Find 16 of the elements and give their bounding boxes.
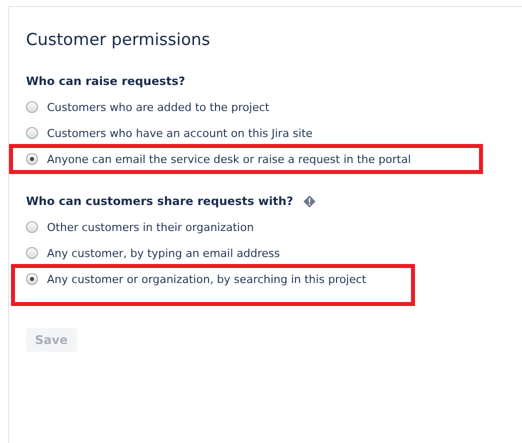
radio-button[interactable]	[26, 127, 38, 139]
option-label: Other customers in their organization	[47, 220, 254, 234]
option-label: Customers who have an account on this Jira site	[47, 126, 313, 140]
page-title: Customer permissions	[26, 29, 212, 51]
option-label: Customers who are added to the project	[47, 100, 270, 114]
radio-button[interactable]	[26, 153, 38, 165]
section-heading: Who can customers share requests with?	[26, 193, 294, 210]
radio-button[interactable]	[26, 273, 38, 285]
info-icon[interactable]	[303, 194, 316, 208]
option-label: Any customer, by typing an email address	[47, 246, 280, 260]
option-label: Any customer or organization, by searching in this project	[47, 273, 366, 286]
option-label: Anyone can email the service desk or raise a request in the portal	[47, 152, 411, 166]
radio-button[interactable]	[26, 101, 38, 113]
radio-button[interactable]	[26, 247, 38, 259]
section-heading: Who can raise requests?	[26, 73, 186, 90]
radio-button[interactable]	[26, 221, 38, 233]
